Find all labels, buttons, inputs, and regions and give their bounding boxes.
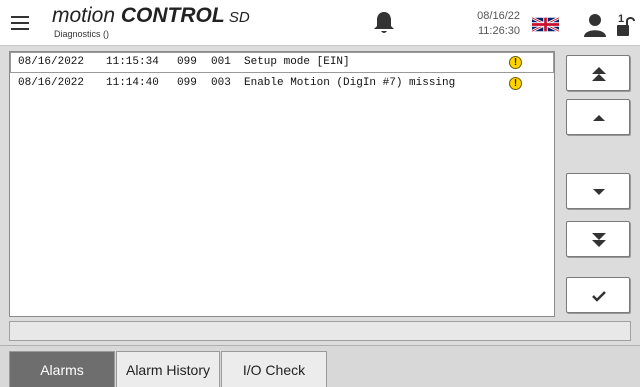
alarm-row[interactable]: 08/16/2022 11:15:34 099 001 Setup mode [… — [10, 52, 554, 73]
date-time-display: 08/16/22 11:26:30 — [448, 9, 520, 39]
brand-name-bold: CONTROL — [120, 4, 225, 27]
page-subtitle: Diagnostics () — [54, 29, 110, 39]
uk-flag-icon[interactable] — [531, 16, 560, 33]
tab-alarms[interactable]: Alarms — [9, 351, 115, 387]
alarm-time: 11:14:40 — [106, 77, 159, 89]
status-bar — [9, 321, 631, 341]
checkmark-icon — [592, 291, 606, 302]
scroll-to-bottom-button[interactable] — [566, 221, 630, 257]
alarm-code-number: 003 — [211, 77, 231, 89]
scroll-to-top-button[interactable] — [566, 55, 630, 91]
brand-name-light: motion — [52, 4, 121, 27]
user-icon[interactable] — [583, 13, 607, 37]
alarm-text: Setup mode [EIN] — [244, 56, 350, 68]
lock-level-1-icon[interactable]: 1 — [616, 12, 636, 38]
tab-io-check[interactable]: I/O Check — [221, 351, 327, 387]
current-time: 11:26:30 — [477, 25, 520, 37]
alarm-date: 08/16/2022 — [18, 77, 85, 89]
alarm-code-group: 099 — [177, 77, 197, 89]
alarm-date: 08/16/2022 — [18, 56, 85, 68]
access-level-number: 1 — [618, 13, 624, 25]
alarm-list[interactable]: 08/16/2022 11:15:34 099 001 Setup mode [… — [9, 51, 555, 317]
scroll-down-button[interactable] — [566, 173, 630, 209]
current-date: 08/16/22 — [477, 10, 520, 22]
header-bar: motion CONTROL SD Diagnostics () 08/16/2… — [0, 0, 640, 46]
triangle-up-icon — [593, 115, 605, 121]
alarm-time: 11:15:34 — [106, 56, 159, 68]
scroll-up-button[interactable] — [566, 99, 630, 135]
brand-logo: motion CONTROL SD Diagnostics () — [52, 2, 292, 42]
alarm-text: Enable Motion (DigIn #7) missing — [244, 77, 456, 89]
bell-icon[interactable] — [372, 10, 396, 36]
double-chevron-up-icon — [592, 67, 606, 81]
double-chevron-down-icon — [592, 233, 606, 247]
alarm-code-number: 001 — [211, 56, 231, 68]
tab-alarm-history[interactable]: Alarm History — [116, 351, 220, 387]
brand-name-suffix: SD — [224, 9, 250, 26]
alarm-row[interactable]: 08/16/2022 11:14:40 099 003 Enable Motio… — [10, 73, 554, 94]
warning-icon — [509, 55, 522, 70]
triangle-down-icon — [593, 189, 605, 195]
tab-bar: Alarms Alarm History I/O Check — [0, 345, 640, 387]
warning-icon — [509, 76, 522, 91]
hamburger-menu-icon[interactable] — [8, 12, 34, 34]
alarm-code-group: 099 — [177, 56, 197, 68]
acknowledge-button[interactable] — [566, 277, 630, 313]
